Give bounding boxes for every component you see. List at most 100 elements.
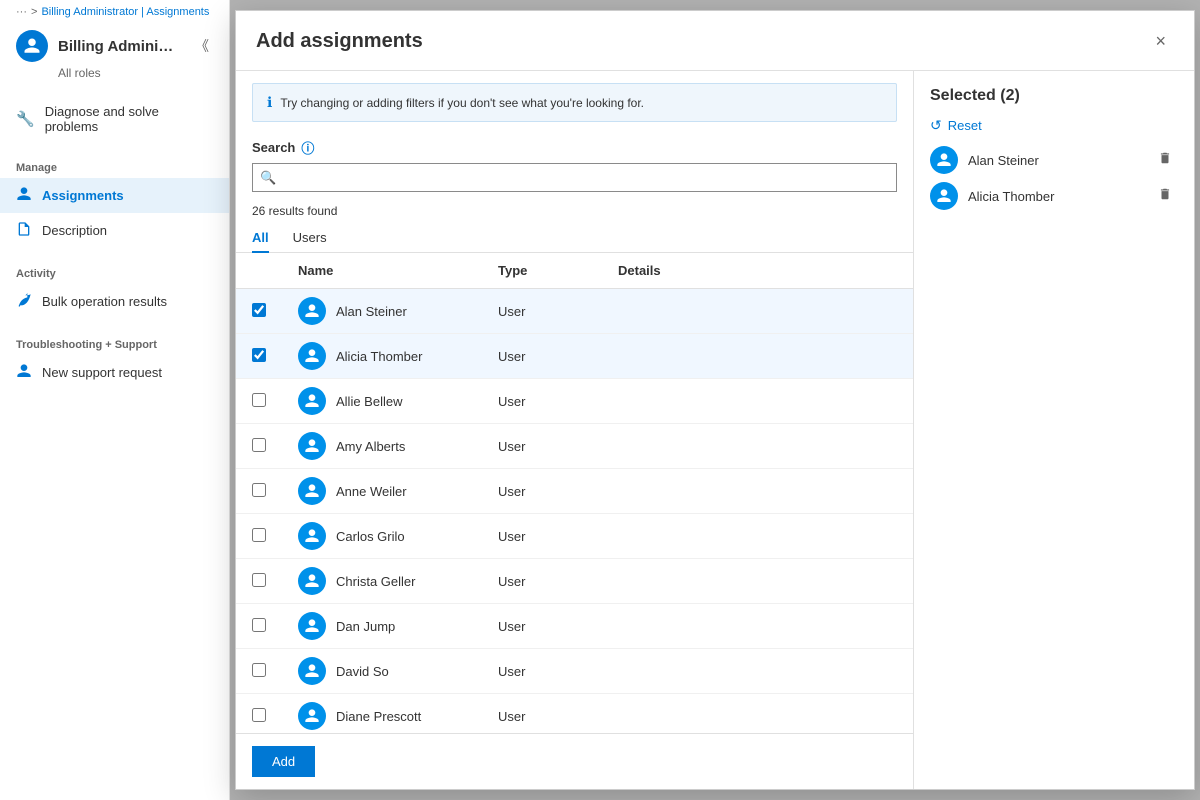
reset-button[interactable]: ↺ Reset: [930, 117, 982, 134]
row-checkbox[interactable]: [252, 348, 266, 362]
table-row[interactable]: David So User: [236, 649, 913, 694]
type-cell: User: [482, 604, 602, 649]
name-cell: Allie Bellew: [282, 379, 482, 424]
name-cell: Carlos Grilo: [282, 514, 482, 559]
user-name: Alicia Thomber: [336, 349, 422, 364]
name-cell: Dan Jump: [282, 604, 482, 649]
table-row[interactable]: Christa Geller User: [236, 559, 913, 604]
user-type: User: [498, 349, 525, 364]
name-cell: Christa Geller: [282, 559, 482, 604]
sidebar-item-support[interactable]: New support request: [0, 355, 229, 390]
checkbox-cell: [236, 379, 282, 424]
info-banner: ℹ Try changing or adding filters if you …: [252, 83, 897, 122]
search-icon: 🔍: [260, 170, 276, 186]
row-checkbox[interactable]: [252, 573, 266, 587]
row-checkbox[interactable]: [252, 618, 266, 632]
modal-overlay: Add assignments × ℹ Try changing or addi…: [230, 0, 1200, 800]
user-avatar: [298, 342, 326, 370]
row-checkbox[interactable]: [252, 708, 266, 722]
manage-label: Manage: [0, 158, 229, 178]
search-input[interactable]: [252, 163, 897, 192]
breadcrumb-link[interactable]: Billing Administrator | Assignments: [41, 6, 209, 18]
selected-user-name: Alicia Thomber: [968, 189, 1142, 204]
user-type: User: [498, 619, 525, 634]
sidebar-title: Billing Administrato: [58, 38, 181, 55]
details-cell: [602, 514, 913, 559]
checkbox-cell: [236, 424, 282, 469]
table-row[interactable]: Alan Steiner User: [236, 289, 913, 334]
selected-user-avatar: [930, 182, 958, 210]
collapse-button[interactable]: 《: [191, 32, 213, 60]
table-row[interactable]: Alicia Thomber User: [236, 334, 913, 379]
type-cell: User: [482, 379, 602, 424]
table-row[interactable]: Amy Alberts User: [236, 424, 913, 469]
user-name: Diane Prescott: [336, 709, 421, 724]
type-cell: User: [482, 514, 602, 559]
sidebar-item-label: Assignments: [42, 188, 124, 203]
user-avatar: [298, 567, 326, 595]
modal-header: Add assignments ×: [236, 11, 1194, 71]
modal-title: Add assignments: [256, 30, 423, 53]
sidebar-subtitle: All roles: [0, 66, 229, 88]
user-type: User: [498, 394, 525, 409]
main-content: Add assignments × ℹ Try changing or addi…: [230, 0, 1200, 800]
row-checkbox[interactable]: [252, 663, 266, 677]
remove-selected-button[interactable]: [1152, 149, 1178, 172]
details-cell: [602, 379, 913, 424]
user-avatar: [298, 297, 326, 325]
sidebar-title-row: Billing Administrato 《: [0, 22, 229, 66]
sidebar-item-diagnose[interactable]: 🔧 Diagnose and solve problems: [0, 96, 229, 142]
breadcrumb-more[interactable]: ···: [16, 6, 27, 18]
support-icon: [16, 363, 32, 382]
name-cell: Alan Steiner: [282, 289, 482, 334]
user-name: Amy Alberts: [336, 439, 405, 454]
sidebar-item-assignments[interactable]: Assignments: [0, 178, 229, 213]
table-row[interactable]: Diane Prescott User: [236, 694, 913, 734]
user-type: User: [498, 304, 525, 319]
table-row[interactable]: Dan Jump User: [236, 604, 913, 649]
wrench-icon: 🔧: [16, 110, 35, 128]
type-cell: User: [482, 334, 602, 379]
user-name: Allie Bellew: [336, 394, 402, 409]
sidebar: ··· > Billing Administrator | Assignment…: [0, 0, 230, 800]
details-cell: [602, 604, 913, 649]
sidebar-item-bulk[interactable]: Bulk operation results: [0, 284, 229, 319]
row-checkbox[interactable]: [252, 528, 266, 542]
results-count: 26 results found: [236, 200, 913, 222]
selected-item: Alan Steiner: [930, 146, 1178, 174]
table-row[interactable]: Anne Weiler User: [236, 469, 913, 514]
table-row[interactable]: Carlos Grilo User: [236, 514, 913, 559]
name-cell: David So: [282, 649, 482, 694]
row-checkbox[interactable]: [252, 393, 266, 407]
user-name: David So: [336, 664, 389, 679]
user-type: User: [498, 439, 525, 454]
tab-all[interactable]: All: [252, 222, 269, 253]
row-checkbox[interactable]: [252, 438, 266, 452]
reset-icon: ↺: [930, 117, 942, 134]
details-cell: [602, 694, 913, 734]
user-name: Alan Steiner: [336, 304, 407, 319]
row-checkbox[interactable]: [252, 483, 266, 497]
user-type: User: [498, 529, 525, 544]
checkbox-cell: [236, 649, 282, 694]
type-cell: User: [482, 469, 602, 514]
type-cell: User: [482, 424, 602, 469]
add-button[interactable]: Add: [252, 746, 315, 777]
user-avatar: [298, 612, 326, 640]
search-info-icon[interactable]: ⓘ: [301, 138, 314, 157]
table-row[interactable]: Allie Bellew User: [236, 379, 913, 424]
breadcrumb: ··· > Billing Administrator | Assignment…: [0, 0, 229, 22]
user-avatar: [298, 432, 326, 460]
sidebar-item-description[interactable]: Description: [0, 213, 229, 248]
close-button[interactable]: ×: [1147, 27, 1174, 56]
remove-selected-button[interactable]: [1152, 185, 1178, 208]
name-cell: Amy Alberts: [282, 424, 482, 469]
user-icon: [16, 186, 32, 205]
avatar: [16, 30, 48, 62]
user-avatar: [298, 522, 326, 550]
tab-users[interactable]: Users: [293, 222, 327, 253]
selected-header: Selected (2): [930, 87, 1178, 105]
sidebar-item-label: Description: [42, 223, 107, 238]
user-type: User: [498, 484, 525, 499]
row-checkbox[interactable]: [252, 303, 266, 317]
